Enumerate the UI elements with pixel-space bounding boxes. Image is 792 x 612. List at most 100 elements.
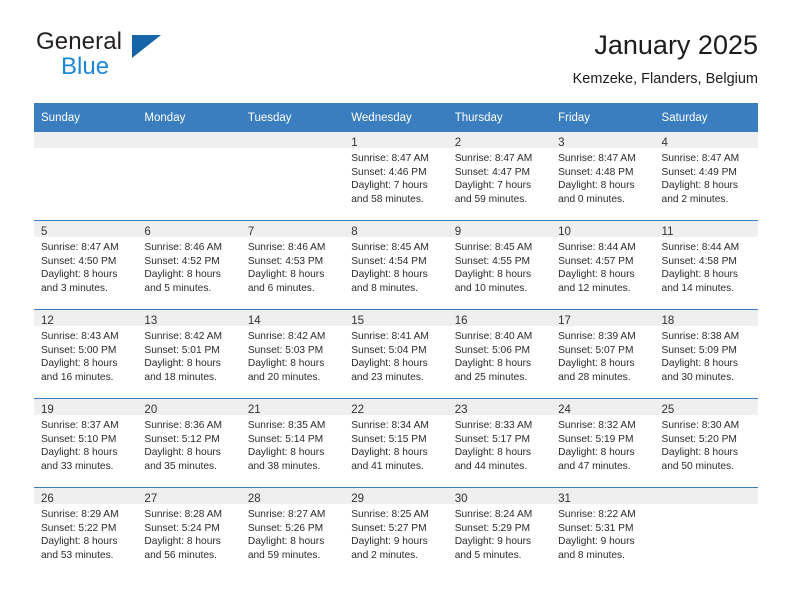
brand-logo: General Blue — [34, 28, 234, 90]
calendar-day-cell[interactable]: 10 Sunrise: 8:44 AM Sunset: 4:57 PM Dayligh… — [551, 220, 655, 310]
day-number-band: 11 — [654, 221, 758, 238]
daylight-text-line1: Daylight: 8 hours — [247, 269, 325, 281]
sunset-text: Sunset: 5:29 PM — [454, 522, 531, 534]
calendar-day-cell[interactable]: 23 Sunrise: 8:33 AM Sunset: 5:17 PM Dayligh… — [447, 398, 552, 488]
daylight-text-line1: Daylight: 8 hours — [41, 536, 118, 548]
calendar-day-cell[interactable]: 25 Sunrise: 8:30 AM Sunset: 5:20 PM Dayligh… — [654, 398, 758, 488]
calendar-day-cell[interactable]: 19 Sunrise: 8:37 AM Sunset: 5:10 PM Dayligh… — [34, 398, 138, 488]
sunset-text: Sunset: 5:07 PM — [558, 344, 634, 356]
calendar-day-cell[interactable]: 9 Sunrise: 8:45 AM Sunset: 4:55 PM Daylight… — [447, 220, 552, 310]
day-number-band — [654, 488, 758, 504]
daylight-text-line2: and 5 minutes. — [144, 282, 212, 294]
day-number-band: 6 — [137, 221, 241, 238]
sunrise-text: Sunrise: 8:35 AM — [247, 420, 326, 431]
day-details: Sunrise: 8:47 AM Sunset: 4:46 PM Daylight:… — [344, 148, 447, 206]
weekday-header-thursday: Thursday — [447, 103, 552, 132]
day-number-band: 18 — [654, 310, 758, 327]
sunrise-text: Sunrise: 8:42 AM — [247, 331, 326, 342]
brand-name-general: General — [36, 28, 123, 55]
daylight-text-line1: Daylight: 8 hours — [144, 358, 221, 370]
calendar-day-cell[interactable]: 17 Sunrise: 8:39 AM Sunset: 5:07 PM Dayligh… — [551, 309, 655, 399]
sunset-text: Sunset: 5:09 PM — [661, 344, 737, 356]
sunrise-text: Sunrise: 8:27 AM — [247, 509, 326, 520]
day-number-band: 21 — [240, 399, 345, 416]
weekday-header-friday: Friday — [551, 103, 655, 132]
calendar-body: 1 Sunrise: 8:47 AM Sunset: 4:46 PM Daylight… — [34, 132, 758, 576]
daylight-text-line1: Daylight: 9 hours — [351, 536, 428, 548]
day-details — [137, 148, 240, 152]
weekday-header-row: Sunday Monday Tuesday Wednesday Thursday Frid… — [34, 103, 758, 132]
daylight-text-line1: Daylight: 8 hours — [558, 358, 635, 370]
page-title: January 2025 — [594, 30, 758, 60]
daylight-text-line2: and 8 minutes. — [558, 549, 625, 561]
daylight-text-line1: Daylight: 8 hours — [247, 536, 325, 548]
day-details: Sunrise: 8:30 AM Sunset: 5:20 PM Daylight:… — [655, 415, 758, 473]
day-details: Sunrise: 8:29 AM Sunset: 5:22 PM Daylight:… — [34, 504, 137, 562]
daylight-text-line2: and 2 minutes. — [661, 193, 729, 205]
daylight-text-line2: and 38 minutes. — [247, 460, 321, 472]
day-number-band: 1 — [344, 132, 448, 149]
calendar-day-cell[interactable]: 11 Sunrise: 8:44 AM Sunset: 4:58 PM Dayligh… — [654, 220, 758, 310]
daylight-text-line1: Daylight: 9 hours — [558, 536, 635, 548]
calendar-day-cell[interactable]: 4 Sunrise: 8:47 AM Sunset: 4:49 PM Daylight… — [654, 132, 758, 221]
calendar-day-cell[interactable]: 26 Sunrise: 8:29 AM Sunset: 5:22 PM Dayligh… — [34, 487, 138, 576]
sunrise-text: Sunrise: 8:32 AM — [558, 420, 636, 431]
calendar-day-cell[interactable]: 20 Sunrise: 8:36 AM Sunset: 5:12 PM Dayligh… — [137, 398, 241, 488]
sunrise-text: Sunrise: 8:38 AM — [661, 331, 740, 342]
sunrise-text: Sunrise: 8:30 AM — [661, 420, 740, 431]
sunset-text: Sunset: 5:01 PM — [144, 344, 220, 356]
sunset-text: Sunset: 4:54 PM — [351, 255, 427, 267]
calendar-day-cell[interactable]: 14 Sunrise: 8:42 AM Sunset: 5:03 PM Dayligh… — [240, 309, 345, 399]
daylight-text-line1: Daylight: 8 hours — [558, 180, 635, 192]
calendar-day-cell[interactable]: 24 Sunrise: 8:32 AM Sunset: 5:19 PM Dayligh… — [551, 398, 655, 488]
calendar-day-cell-empty — [240, 132, 345, 221]
weekday-header-wednesday: Wednesday — [344, 103, 448, 132]
sunrise-text: Sunrise: 8:37 AM — [41, 420, 119, 431]
calendar-day-cell[interactable]: 1 Sunrise: 8:47 AM Sunset: 4:46 PM Daylight… — [344, 132, 448, 221]
sunrise-text: Sunrise: 8:47 AM — [41, 242, 119, 253]
calendar-day-cell[interactable]: 27 Sunrise: 8:28 AM Sunset: 5:24 PM Dayligh… — [137, 487, 241, 576]
sunset-text: Sunset: 5:00 PM — [41, 344, 117, 356]
calendar-day-cell[interactable]: 6 Sunrise: 8:46 AM Sunset: 4:52 PM Daylight… — [137, 220, 241, 310]
calendar-day-cell[interactable]: 18 Sunrise: 8:38 AM Sunset: 5:09 PM Dayligh… — [654, 309, 758, 399]
calendar-day-cell[interactable]: 29 Sunrise: 8:25 AM Sunset: 5:27 PM Dayligh… — [344, 487, 448, 576]
brand-name-blue: Blue — [61, 53, 110, 80]
calendar-day-cell[interactable]: 30 Sunrise: 8:24 AM Sunset: 5:29 PM Dayligh… — [447, 487, 552, 576]
daylight-text-line1: Daylight: 7 hours — [454, 180, 532, 192]
calendar-day-cell[interactable]: 2 Sunrise: 8:47 AM Sunset: 4:47 PM Daylight… — [447, 132, 552, 221]
calendar-day-cell[interactable]: 3 Sunrise: 8:47 AM Sunset: 4:48 PM Daylight… — [551, 132, 655, 221]
daylight-text-line2: and 6 minutes. — [247, 282, 315, 294]
calendar-day-cell[interactable]: 13 Sunrise: 8:42 AM Sunset: 5:01 PM Dayligh… — [137, 309, 241, 399]
calendar-day-cell[interactable]: 12 Sunrise: 8:43 AM Sunset: 5:00 PM Dayligh… — [34, 309, 138, 399]
weekday-header-monday: Monday — [137, 103, 241, 132]
day-details: Sunrise: 8:43 AM Sunset: 5:00 PM Daylight:… — [34, 326, 137, 384]
day-number: 10 — [558, 226, 571, 238]
daylight-text-line1: Daylight: 7 hours — [351, 180, 428, 192]
day-number-band: 15 — [344, 310, 448, 327]
day-number: 7 — [247, 226, 255, 238]
sunset-text: Sunset: 4:50 PM — [41, 255, 117, 267]
daylight-text-line1: Daylight: 8 hours — [41, 269, 118, 281]
calendar-day-cell[interactable]: 7 Sunrise: 8:46 AM Sunset: 4:53 PM Daylight… — [240, 220, 345, 310]
daylight-text-line1: Daylight: 8 hours — [41, 358, 118, 370]
calendar-day-cell[interactable]: 8 Sunrise: 8:45 AM Sunset: 4:54 PM Daylight… — [344, 220, 448, 310]
day-number-band: 25 — [654, 399, 758, 416]
calendar-week-row: 19 Sunrise: 8:37 AM Sunset: 5:10 PM Dayligh… — [34, 398, 758, 488]
calendar-day-cell[interactable]: 5 Sunrise: 8:47 AM Sunset: 4:50 PM Daylight… — [34, 220, 138, 310]
calendar-day-cell[interactable]: 28 Sunrise: 8:27 AM Sunset: 5:26 PM Dayligh… — [240, 487, 345, 576]
location-subtitle: Kemzeke, Flanders, Belgium — [572, 71, 758, 87]
day-number: 20 — [144, 404, 158, 416]
sunset-text: Sunset: 5:10 PM — [41, 433, 117, 445]
calendar-day-cell[interactable]: 31 Sunrise: 8:22 AM Sunset: 5:31 PM Dayligh… — [551, 487, 655, 576]
day-number: 22 — [351, 404, 365, 416]
day-details: Sunrise: 8:34 AM Sunset: 5:15 PM Daylight:… — [344, 415, 447, 473]
calendar-day-cell[interactable]: 15 Sunrise: 8:41 AM Sunset: 5:04 PM Dayligh… — [344, 309, 448, 399]
day-details: Sunrise: 8:24 AM Sunset: 5:29 PM Daylight:… — [448, 504, 551, 562]
calendar-day-cell[interactable]: 21 Sunrise: 8:35 AM Sunset: 5:14 PM Dayligh… — [240, 398, 345, 488]
sunset-text: Sunset: 5:20 PM — [661, 433, 737, 445]
day-number-band: 12 — [34, 310, 138, 327]
calendar-week-row: 1 Sunrise: 8:47 AM Sunset: 4:46 PM Daylight… — [34, 132, 758, 221]
calendar-day-cell[interactable]: 16 Sunrise: 8:40 AM Sunset: 5:06 PM Dayligh… — [447, 309, 552, 399]
sunset-text: Sunset: 5:12 PM — [144, 433, 220, 445]
calendar-day-cell[interactable]: 22 Sunrise: 8:34 AM Sunset: 5:15 PM Dayligh… — [344, 398, 448, 488]
